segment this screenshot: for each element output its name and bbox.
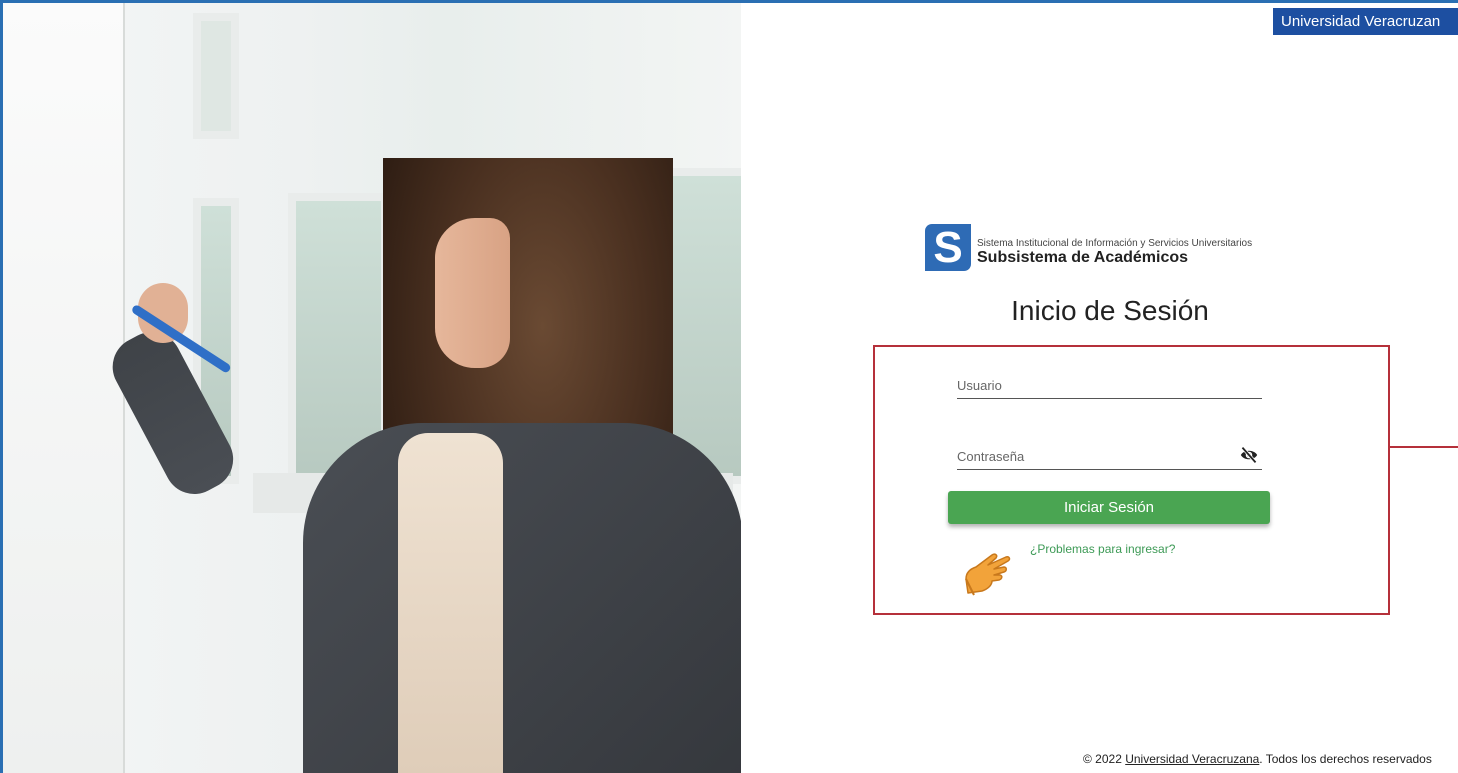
hero-photo <box>3 3 741 773</box>
help-link[interactable]: ¿Problemas para ingresar? <box>1030 542 1175 556</box>
window <box>193 13 239 139</box>
username-input[interactable] <box>957 372 1262 399</box>
app-logo-icon: S <box>925 224 971 271</box>
footer-rights: . Todos los derechos reservados <box>1259 752 1432 766</box>
eye-slash-icon[interactable] <box>1239 446 1259 464</box>
footer-university-link[interactable]: Universidad Veracruzana <box>1125 752 1259 766</box>
person-face <box>435 218 510 368</box>
page-title: Inicio de Sesión <box>1011 295 1209 326</box>
subsystem-name: Subsistema de Académicos <box>977 249 1189 266</box>
footer: © 2022 Universidad Veracruzana. Todos lo… <box>1083 752 1432 766</box>
university-badge[interactable]: Universidad Veracruzan <box>1273 8 1458 35</box>
person-blouse <box>398 433 503 773</box>
login-button[interactable]: Iniciar Sesión <box>948 491 1270 524</box>
password-input[interactable] <box>957 443 1262 470</box>
pointing-hand-icon <box>965 553 1011 596</box>
system-name: Sistema Institucional de Información y S… <box>977 238 1253 249</box>
whiteboard <box>3 3 125 773</box>
callout-line <box>1390 446 1458 448</box>
footer-copyright: © 2022 <box>1083 752 1126 766</box>
person-jacket <box>303 423 741 773</box>
